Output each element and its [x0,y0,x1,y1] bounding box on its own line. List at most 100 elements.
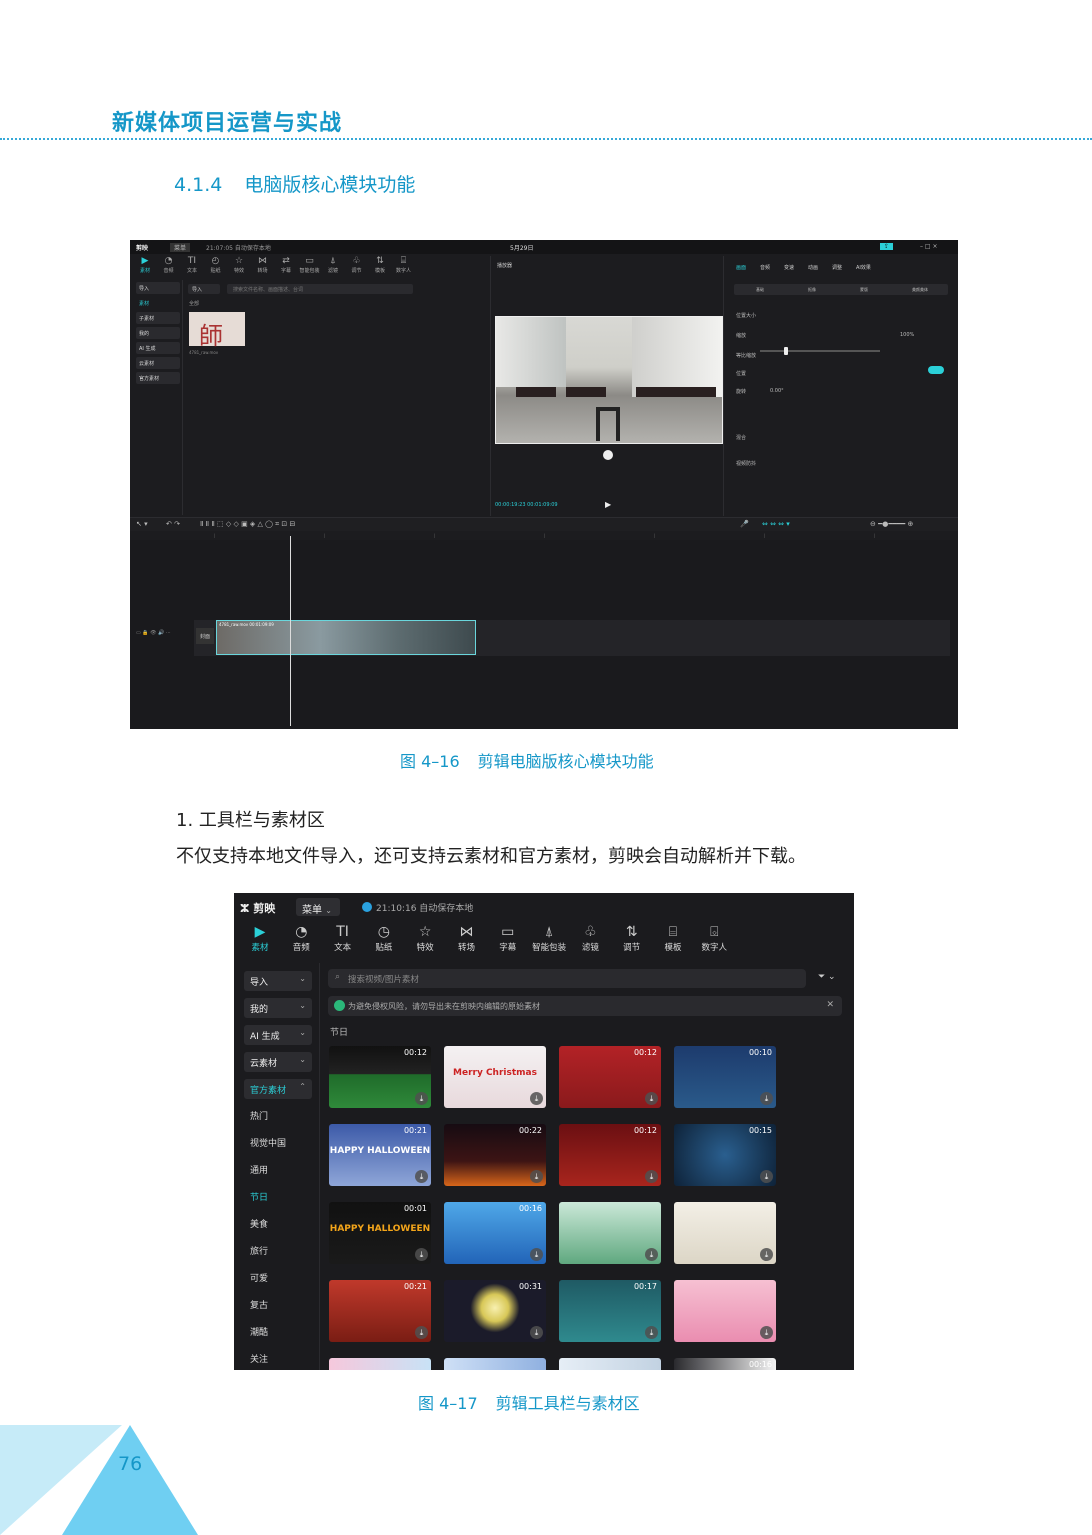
material-tile[interactable]: ⤓ [674,1280,776,1342]
property-subtab[interactable]: 基础 [756,287,764,293]
toolbar-tab[interactable]: ◔ 音频 [158,256,180,276]
property-subtab[interactable]: 美颜美体 [912,287,928,293]
menu-button[interactable]: 菜单 ⌄ [296,898,340,916]
toolbar-tab[interactable]: ⍋ 滤镜 [322,256,344,276]
sidebar-item[interactable]: 美食 [250,1217,268,1230]
material-tile[interactable]: 00:12 ⤓ [559,1046,661,1108]
scale-value[interactable]: 100% [900,332,914,338]
sidebar-item[interactable]: 视觉中国 [250,1136,286,1149]
material-tile[interactable]: 00:15 ⤓ [674,1124,776,1186]
download-icon[interactable]: ⤓ [530,1092,543,1105]
sidebar-item[interactable]: 热门 [250,1109,268,1122]
sidebar-button[interactable]: 云素材 ⌄ [244,1052,312,1072]
toolbar-tab-filter[interactable]: ♧ 滤镜 [570,923,610,957]
download-icon[interactable]: ⤓ [760,1326,773,1339]
download-icon[interactable]: ⤓ [415,1092,428,1105]
toolbar-tab[interactable]: ◴ 贴纸 [205,256,227,276]
toolbar-tab[interactable]: ⇅ 模板 [369,256,391,276]
property-tab[interactable]: AI效果 [856,264,871,271]
download-icon[interactable]: ⤓ [645,1170,658,1183]
sidebar-item[interactable]: 复古 [250,1298,268,1311]
material-tile[interactable]: 00:16 ⤓ [444,1202,546,1264]
toolbar-tab-digital-human[interactable]: ⌺ 数字人 [694,923,734,957]
sidebar-button[interactable]: 官方素材 ⌃ [244,1079,312,1099]
sidebar-item[interactable]: 关注 [250,1352,268,1365]
material-tile[interactable]: 00:21 ⤓ [329,1280,431,1342]
download-icon[interactable]: ⤓ [760,1092,773,1105]
sidebar-item[interactable]: 通用 [250,1163,268,1176]
zoom-slider[interactable]: ⊖ ━●━━━━ ⊕ [870,520,913,528]
toolbar-tab-adjust[interactable]: ⇅ 调节 [612,923,652,957]
toolbar-tab-smart-pack[interactable]: ⍋ 智能包装 [529,923,569,957]
download-icon[interactable]: ⤓ [760,1170,773,1183]
material-tile[interactable]: HAPPY HALLOWEEN 00:01 ⤓ [329,1202,431,1264]
toolbar-tab[interactable]: ♧ 调节 [346,256,368,276]
sidebar-item[interactable]: 官方素材 [136,372,180,384]
filter-icon[interactable]: ⏷ ⌄ [818,972,836,982]
play-icon[interactable]: ▶ [605,500,611,509]
property-tab[interactable]: 画面 [736,264,746,271]
material-tile[interactable]: ⤓ [559,1202,661,1264]
select-tool-icon[interactable]: ↖ ▾ [136,520,148,528]
toolbar-tab-audio[interactable]: ◔ 音频 [281,923,321,957]
video-clip[interactable]: 4781_raw.mov 00:01:09:09 [216,620,476,655]
toolbar-tab[interactable]: TI 文本 [181,256,203,276]
material-tile[interactable]: 00:12 ⤓ [559,1124,661,1186]
property-subtab[interactable]: 抠像 [808,287,816,293]
sidebar-item[interactable]: 我的 [136,327,180,339]
window-controls[interactable]: – □ × [920,243,938,250]
download-icon[interactable]: ⤓ [415,1170,428,1183]
anchor-icon[interactable] [603,450,613,460]
track-link-icons[interactable]: ⇔ ⇔ ⇔ ▾ [762,520,790,528]
sidebar-button[interactable]: 我的 ⌄ [244,998,312,1018]
playhead[interactable] [290,536,291,726]
sidebar-item[interactable]: 旅行 [250,1244,268,1257]
split-icon[interactable]: Ⅱ Ⅱ Ⅱ ⬚ ◇ ◇ ▣ ◈ △ ◯ ⌗ ⊡ ⊟ [200,520,295,529]
rotation-value[interactable]: 0.00° [770,388,784,394]
sidebar-item[interactable]: 云素材 [136,357,180,369]
toolbar-tab[interactable]: ⋈ 转场 [252,256,274,276]
material-tile[interactable] [444,1358,546,1370]
toolbar-tab-media[interactable]: ▶ 素材 [240,923,280,957]
material-tile[interactable]: 00:10 ⤓ [674,1046,776,1108]
sidebar-item[interactable]: 导入 [136,282,180,294]
material-tile[interactable]: 00:31 ⤓ [444,1280,546,1342]
toolbar-tab-text[interactable]: TI 文本 [323,923,363,957]
material-tile[interactable]: Merry Christmas ⤓ [444,1046,546,1108]
property-tab[interactable]: 动画 [808,264,818,271]
material-tile[interactable]: 00:16 [674,1358,776,1370]
download-icon[interactable]: ⤓ [645,1248,658,1261]
sidebar-item[interactable]: 节日 [250,1190,268,1203]
material-tile[interactable]: 00:17 ⤓ [559,1280,661,1342]
download-icon[interactable]: ⤓ [415,1248,428,1261]
download-icon[interactable]: ⤓ [645,1326,658,1339]
undo-icon[interactable]: ↶ ↷ [166,520,180,528]
cover-button[interactable]: 封面 [196,628,214,644]
uniform-scale-toggle[interactable] [928,366,944,374]
search-input[interactable]: ⌕ 搜索视频/图片素材 [328,969,806,988]
property-subtab[interactable]: 蒙版 [860,287,868,293]
sidebar-button[interactable]: 导入 ⌄ [244,971,312,991]
download-icon[interactable]: ⤓ [645,1092,658,1105]
toolbar-tab-subtitle[interactable]: ▭ 字幕 [488,923,528,957]
sidebar-item[interactable]: 可爱 [250,1271,268,1284]
menu-button[interactable]: 菜单 [170,243,191,252]
download-icon[interactable]: ⤓ [530,1326,543,1339]
scale-slider[interactable] [760,347,880,355]
property-tab[interactable]: 调整 [832,264,842,271]
material-tile[interactable] [559,1358,661,1370]
close-icon[interactable]: ✕ [826,1000,834,1010]
video-preview[interactable] [495,316,723,444]
toolbar-tab[interactable]: ⇄ 字幕 [275,256,297,276]
material-tile[interactable]: ⤓ [674,1202,776,1264]
property-tab[interactable]: 变速 [784,264,794,271]
sidebar-item[interactable]: 素材 [136,297,180,309]
toolbar-tab[interactable]: ☆ 特效 [228,256,250,276]
sidebar-item[interactable]: 潮酷 [250,1325,268,1338]
toolbar-tab-template[interactable]: ⌸ 模板 [653,923,693,957]
toolbar-tab[interactable]: ⌸ 数字人 [393,256,415,276]
toolbar-tab-sticker[interactable]: ◷ 贴纸 [364,923,404,957]
search-input[interactable]: 搜索文件名称、画面描述、台词 [227,284,413,294]
material-tile[interactable]: 00:12 ⤓ [329,1046,431,1108]
mic-icon[interactable]: 🎤 [740,520,749,528]
